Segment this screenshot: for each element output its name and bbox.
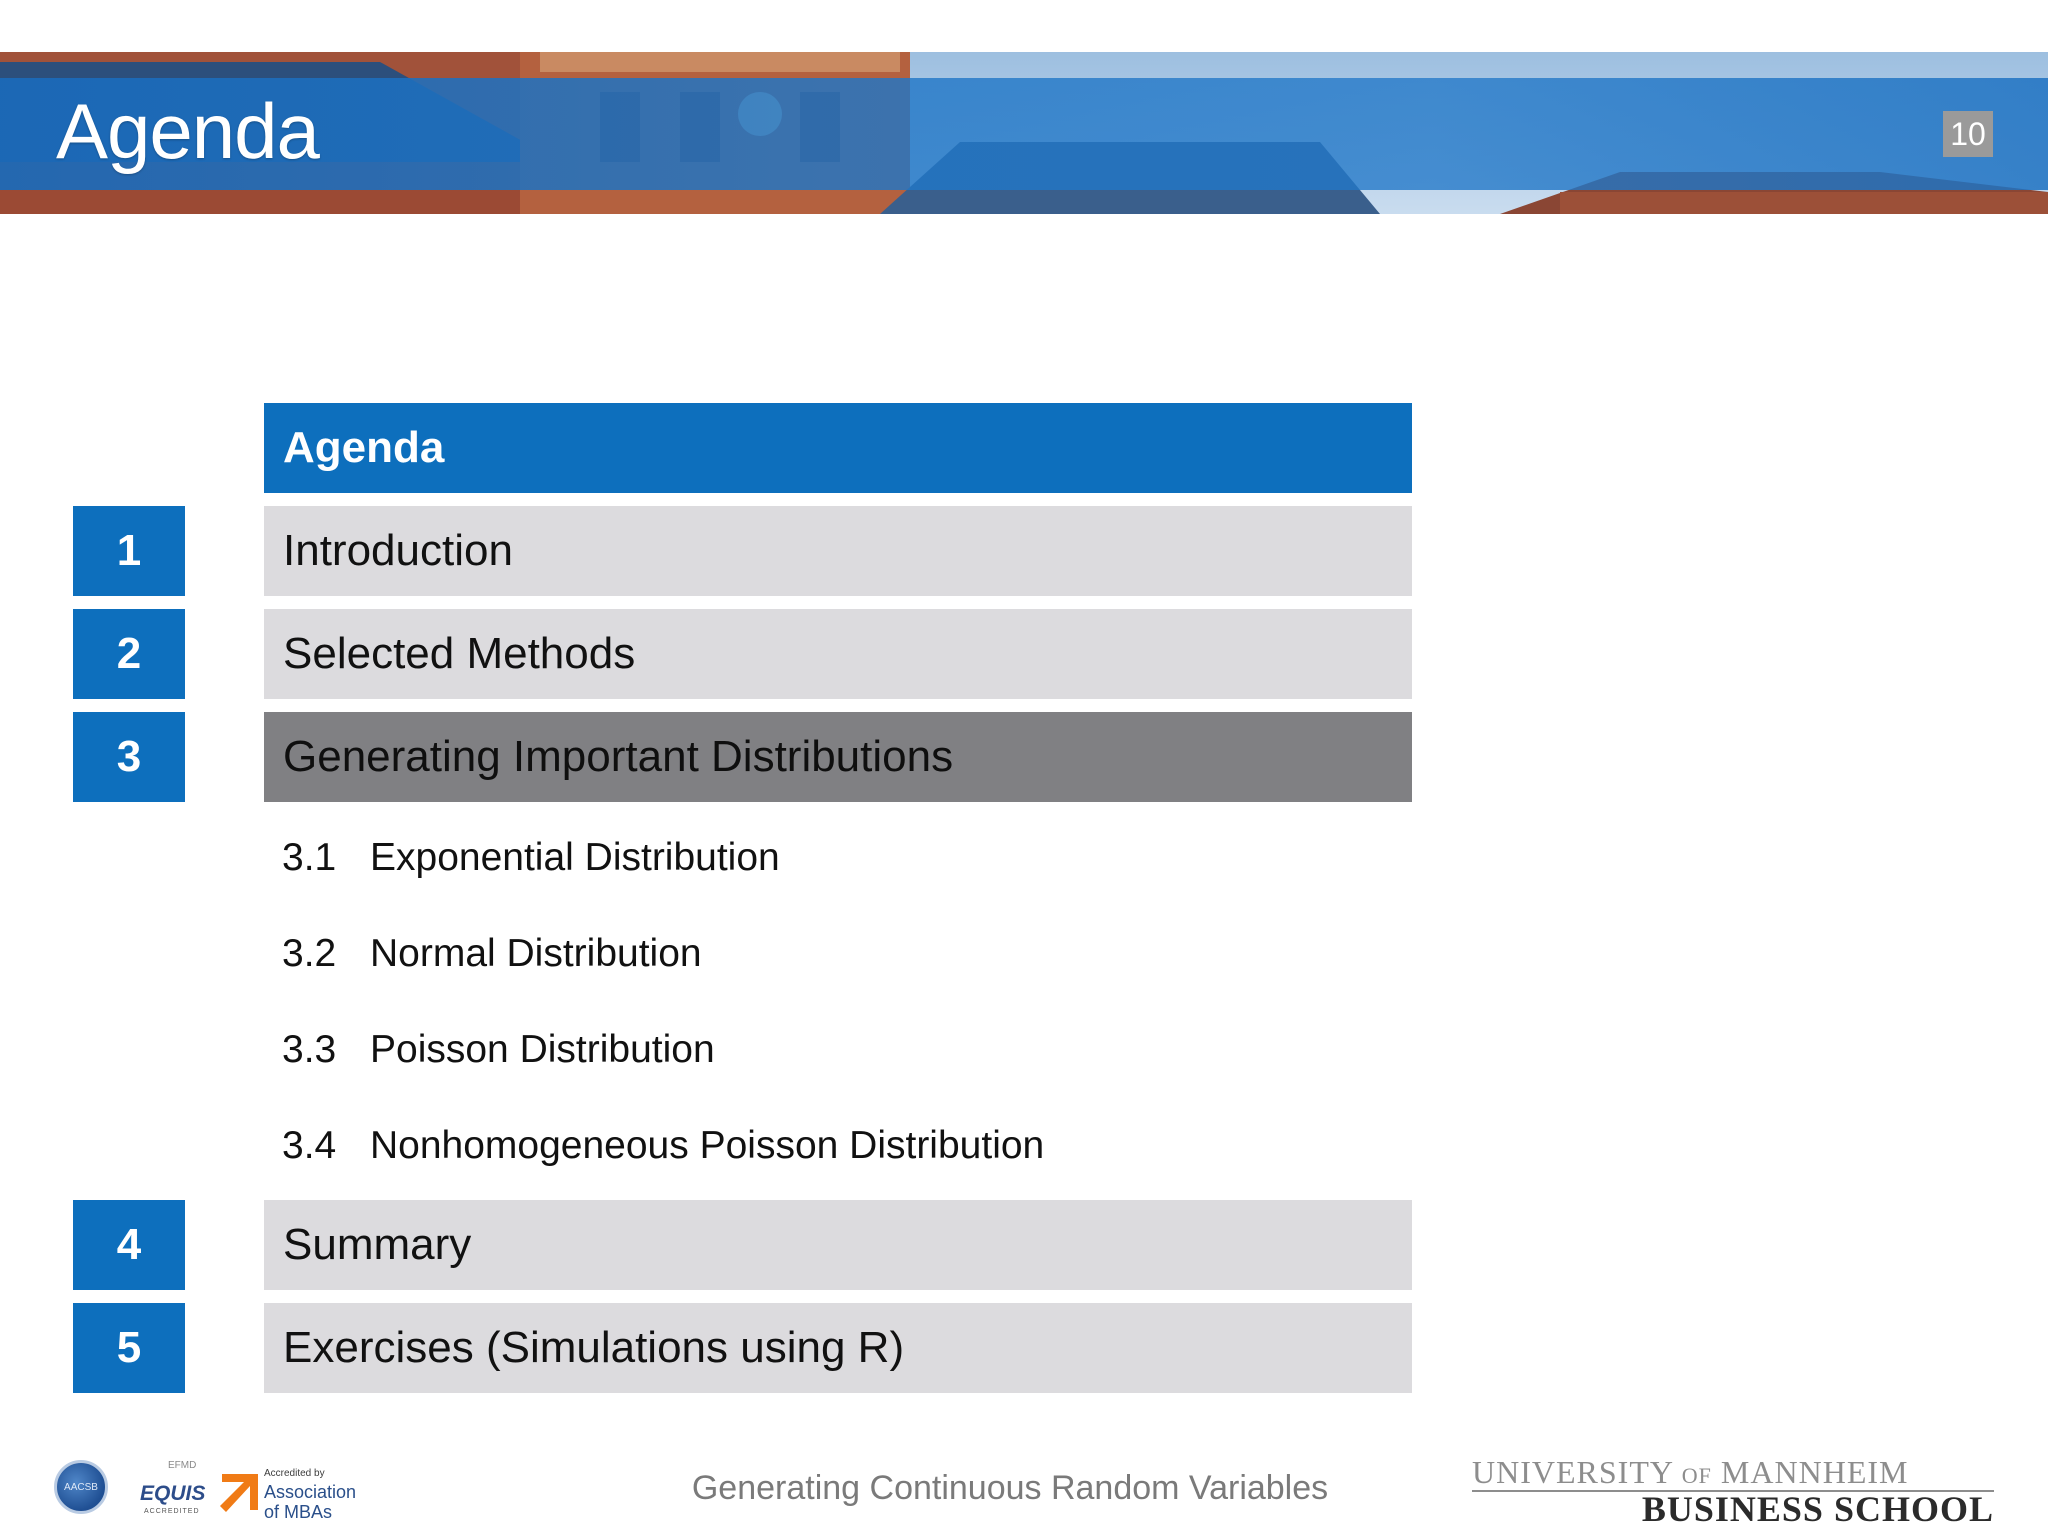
equis-top-text: EFMD <box>168 1460 197 1471</box>
agenda-item-summary[interactable]: Summary <box>264 1200 1412 1290</box>
subitem-label: Exponential Distribution <box>370 836 780 879</box>
amba-accredited-text: Accredited by <box>264 1468 325 1479</box>
agenda-item-exercises[interactable]: Exercises (Simulations using R) <box>264 1303 1412 1393</box>
university-name-line1: UNIVERSITY OF MANNHEIM <box>1472 1454 1908 1491</box>
amba-arrow-icon <box>220 1474 258 1512</box>
agenda-number-2: 2 <box>73 609 185 699</box>
university-logo: UNIVERSITY OF MANNHEIM BUSINESS SCHOOL <box>1468 1452 1998 1530</box>
aacsb-logo: AACSB <box>54 1460 108 1514</box>
amba-logo-line1: Association <box>264 1482 357 1502</box>
subitem-label: Poisson Distribution <box>370 1028 715 1071</box>
agenda-item-generating-distributions[interactable]: Generating Important Distributions <box>264 712 1412 802</box>
accreditation-logos: AACSB EFMD EQUIS ACCREDITED Accredited b… <box>50 1452 370 1524</box>
subitem-number: 3.4 <box>282 1124 337 1167</box>
agenda-item-introduction[interactable]: Introduction <box>264 506 1412 596</box>
subitem-label: Nonhomogeneous Poisson Distribution <box>370 1124 1045 1167</box>
subitem-number: 3.3 <box>282 1028 337 1071</box>
equis-logo: EQUIS <box>140 1482 206 1505</box>
slide-title: Agenda <box>56 87 320 175</box>
subitem-3-2[interactable]: 3.2 Normal Distribution <box>282 929 702 979</box>
footer-title: Generating Continuous Random Variables <box>691 1469 1329 1507</box>
agenda-number-3: 3 <box>73 712 185 802</box>
amba-logo-line2: of MBAs <box>264 1502 333 1522</box>
slide: Agenda 10 Agenda 1 Introduction 2 Select… <box>0 0 2048 1536</box>
equis-bottom-text: ACCREDITED <box>144 1508 200 1515</box>
agenda-number-1: 1 <box>73 506 185 596</box>
university-word: UNIVERSITY <box>1472 1454 1673 1490</box>
subitem-3-4[interactable]: 3.4 Nonhomogeneous Poisson Distribution <box>282 1121 1044 1171</box>
subitem-label: Normal Distribution <box>370 932 702 975</box>
university-name-line2: BUSINESS SCHOOL <box>1641 1489 1994 1529</box>
subitem-3-1[interactable]: 3.1 Exponential Distribution <box>282 833 780 883</box>
university-of: OF <box>1681 1463 1712 1488</box>
agenda-number-4: 4 <box>73 1200 185 1290</box>
subitem-number: 3.1 <box>282 836 337 879</box>
agenda-number-5: 5 <box>73 1303 185 1393</box>
subitem-number: 3.2 <box>282 932 337 975</box>
agenda-header: Agenda <box>264 403 1412 493</box>
subitem-3-3[interactable]: 3.3 Poisson Distribution <box>282 1025 715 1075</box>
agenda-item-selected-methods[interactable]: Selected Methods <box>264 609 1412 699</box>
university-city: MANNHEIM <box>1720 1454 1909 1490</box>
page-number: 10 <box>1943 111 1993 157</box>
